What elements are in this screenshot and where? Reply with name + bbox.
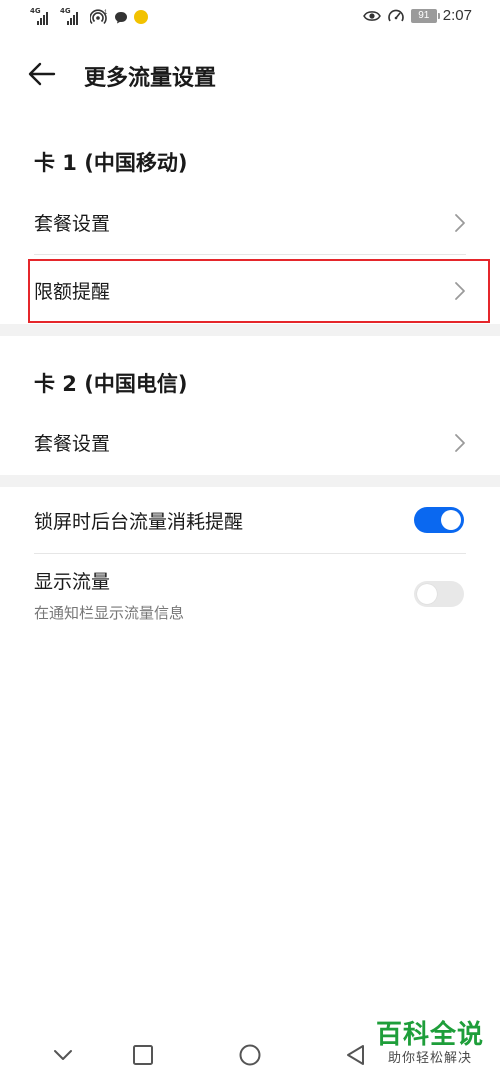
- sim1-plan-settings-row[interactable]: 套餐设置: [0, 192, 500, 254]
- watermark-title: 百科全说: [375, 1020, 484, 1050]
- hotspot-count: 1: [104, 10, 108, 16]
- signal-1-icon: 4G: [30, 8, 54, 26]
- battery-icon: 91: [410, 8, 440, 23]
- title-bar: 更多流量设置: [0, 48, 500, 100]
- message-icon: [115, 11, 127, 23]
- show-usage-toggle[interactable]: [414, 581, 464, 607]
- section-separator: [0, 324, 500, 336]
- status-left: 4G 4G 1: [30, 8, 148, 26]
- divider: [34, 254, 466, 255]
- back-triangle-icon[interactable]: [343, 1042, 369, 1068]
- status-bar: 4G 4G 1 91 2:07: [0, 0, 500, 36]
- watermark: 百科全说 助你轻松解决: [374, 1020, 486, 1068]
- nav-collapse-icon[interactable]: [50, 1042, 76, 1068]
- page-title: 更多流量设置: [84, 66, 217, 91]
- lockscreen-reminder-toggle[interactable]: [414, 507, 464, 533]
- back-button[interactable]: [28, 58, 68, 90]
- lockscreen-reminder-row[interactable]: 锁屏时后台流量消耗提醒: [0, 490, 500, 552]
- highlight-box: [28, 259, 490, 323]
- back-arrow-icon: [28, 62, 56, 86]
- chevron-right-icon: [455, 214, 465, 232]
- recent-apps-icon[interactable]: [130, 1042, 156, 1068]
- divider: [34, 553, 466, 554]
- show-usage-row[interactable]: 显示流量 在通知栏显示流量信息: [0, 556, 500, 632]
- sim2-plan-settings-label: 套餐设置: [34, 433, 111, 455]
- chevron-right-icon: [455, 434, 465, 452]
- lockscreen-reminder-label: 锁屏时后台流量消耗提醒: [34, 511, 244, 533]
- app-notification-icon: [134, 10, 148, 24]
- signal-2-icon: 4G: [60, 8, 84, 26]
- watermark-subtitle: 助你轻松解决: [387, 1051, 472, 1066]
- home-icon[interactable]: [237, 1042, 263, 1068]
- eye-icon: [362, 10, 381, 21]
- sim2-plan-settings-row[interactable]: 套餐设置: [0, 412, 500, 474]
- data-saver-icon: [388, 9, 404, 21]
- status-time: 2:07: [442, 7, 472, 24]
- sim2-section-title: 卡 2 (中国电信): [34, 372, 188, 396]
- hotspot-icon: 1: [90, 9, 108, 25]
- show-usage-subtitle: 在通知栏显示流量信息: [34, 604, 185, 622]
- sim1-section-title: 卡 1 (中国移动): [34, 151, 188, 175]
- status-right: 91 2:07: [362, 7, 472, 24]
- section-separator: [0, 475, 500, 487]
- show-usage-label: 显示流量: [34, 571, 111, 593]
- sim1-plan-settings-label: 套餐设置: [34, 213, 111, 235]
